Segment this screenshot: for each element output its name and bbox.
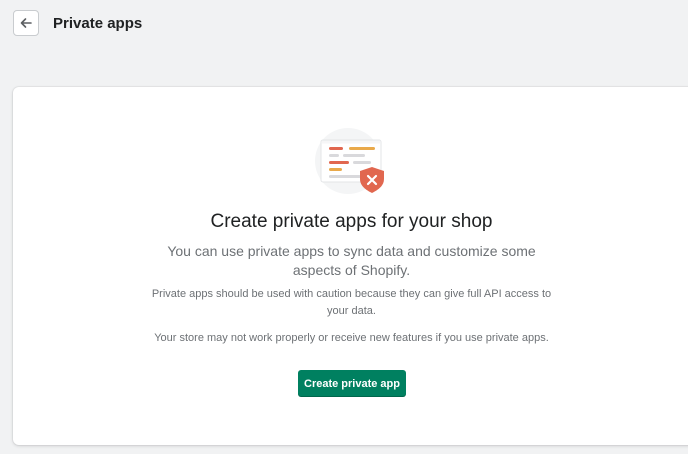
caution-text: Private apps should be used with caution… — [151, 288, 552, 317]
create-private-app-button[interactable]: Create private app — [298, 370, 406, 397]
document-blocked-shield-icon — [305, 127, 385, 195]
warning-text: Your store may not work properly or rece… — [154, 332, 549, 344]
back-button[interactable] — [13, 10, 39, 36]
arrow-left-icon — [19, 16, 33, 30]
top-bar: Private apps — [0, 0, 688, 48]
empty-state-heading: Create private apps for your shop — [210, 211, 493, 232]
empty-state-description: You can use private apps to sync data an… — [167, 243, 536, 278]
page-title: Private apps — [53, 15, 143, 32]
